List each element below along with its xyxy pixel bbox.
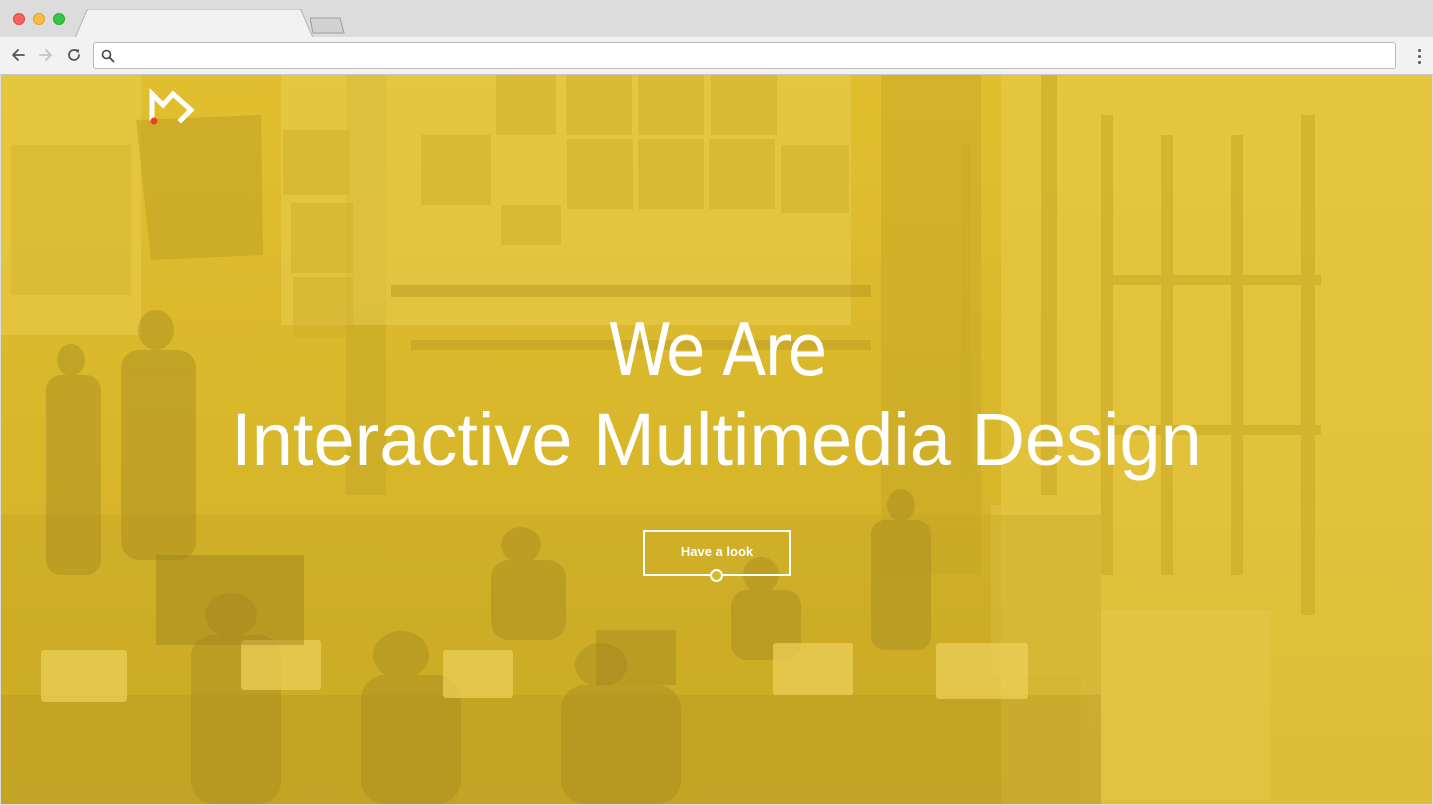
browser-titlebar bbox=[0, 0, 1433, 38]
browser-window: We Are Interactive Multimedia Design Hav… bbox=[0, 0, 1433, 805]
address-input[interactable] bbox=[122, 45, 1386, 68]
scroll-indicator-icon bbox=[710, 569, 723, 582]
minimize-window-button[interactable] bbox=[33, 13, 45, 25]
browser-tab[interactable] bbox=[75, 9, 315, 38]
brand-logo[interactable] bbox=[149, 88, 195, 126]
menu-dot-icon bbox=[1417, 48, 1421, 52]
maximize-window-button[interactable] bbox=[53, 13, 65, 25]
back-button[interactable] bbox=[8, 45, 28, 65]
menu-dot-icon bbox=[1417, 60, 1421, 64]
address-bar[interactable] bbox=[93, 42, 1396, 69]
arrow-left-icon bbox=[12, 49, 25, 61]
reload-icon bbox=[68, 49, 80, 61]
hero-heading-line2: Interactive Multimedia Design bbox=[231, 398, 1202, 481]
menu-dot-icon bbox=[1417, 54, 1421, 58]
browser-toolbar bbox=[0, 37, 1433, 75]
browser-menu-button[interactable] bbox=[1415, 46, 1423, 66]
page-viewport: We Are Interactive Multimedia Design Hav… bbox=[1, 75, 1432, 804]
hero-heading-line1: We Are bbox=[607, 308, 827, 392]
reload-button[interactable] bbox=[64, 45, 84, 65]
close-window-button[interactable] bbox=[13, 13, 25, 25]
search-icon bbox=[101, 49, 115, 63]
forward-button[interactable] bbox=[36, 45, 56, 65]
new-tab-button[interactable] bbox=[309, 17, 346, 34]
arrow-right-icon bbox=[39, 49, 52, 61]
